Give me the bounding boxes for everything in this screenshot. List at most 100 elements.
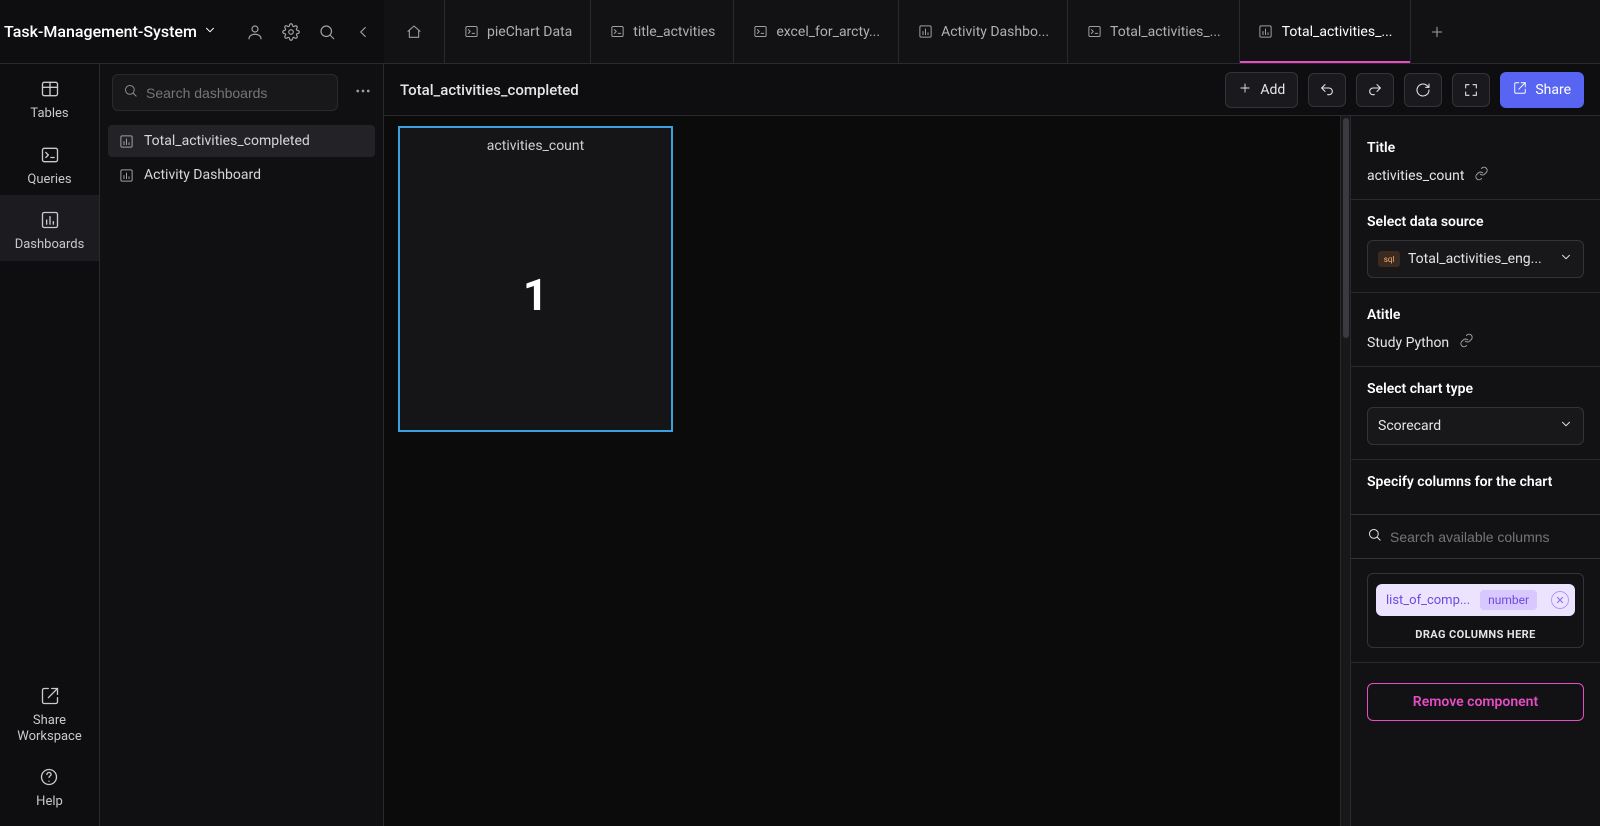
main-area: pieChart Data title_actvities excel_for_ar… — [384, 0, 1600, 826]
tab[interactable]: title_actvities — [591, 0, 734, 63]
scorecard-value: 1 — [400, 160, 671, 430]
tab-bar: pieChart Data title_actvities excel_for_ar… — [384, 0, 1600, 64]
rail-tables-label: Tables — [30, 106, 68, 122]
properties-panel: Title activities_count Select data sourc… — [1350, 116, 1600, 826]
chart-icon — [118, 167, 134, 183]
dashboard-title: Total_activities_completed — [400, 81, 579, 99]
chart-type-value: Scorecard — [1378, 418, 1551, 434]
chart-icon — [118, 133, 134, 149]
terminal-icon — [1086, 24, 1102, 40]
canvas-scrollbar[interactable] — [1340, 116, 1350, 826]
share-button[interactable]: Share — [1500, 72, 1584, 108]
search-icon[interactable] — [318, 23, 336, 41]
rail-help-label: Help — [36, 794, 63, 810]
dashboard-canvas[interactable]: activities_count 1 — [384, 116, 1340, 826]
workspace-bar: Task-Management-System — [0, 0, 384, 64]
panel-title-label: Title — [1367, 140, 1584, 156]
rail-queries[interactable]: Queries — [0, 130, 99, 196]
dashboard-search-input[interactable] — [146, 85, 327, 101]
share-button-label: Share — [1535, 82, 1571, 98]
rail-dashboards[interactable]: Dashboards — [0, 195, 99, 261]
rail-share-label: Share Workspace — [6, 713, 93, 744]
workspace-name: Task-Management-System — [4, 22, 197, 41]
chart-type-select[interactable]: Scorecard — [1367, 407, 1584, 445]
data-source-select[interactable]: sql Total_activities_eng... — [1367, 240, 1584, 278]
tab-label: title_actvities — [633, 24, 715, 40]
panel-charttype-label: Select chart type — [1367, 381, 1584, 397]
terminal-icon — [463, 24, 479, 40]
column-chip[interactable]: list_of_comp... number ✕ — [1376, 584, 1575, 616]
external-link-icon — [1513, 81, 1527, 99]
rail-tables[interactable]: Tables — [0, 64, 99, 130]
share-icon — [39, 685, 61, 707]
tab[interactable]: Total_activities_... — [1068, 0, 1240, 63]
gear-icon[interactable] — [282, 23, 300, 41]
data-source-value: Total_activities_eng... — [1408, 251, 1551, 267]
undo-button[interactable] — [1308, 73, 1346, 107]
add-button[interactable]: Add — [1225, 72, 1298, 108]
home-icon — [406, 24, 422, 40]
terminal-icon — [39, 144, 61, 166]
nav-rail: Tables Queries Dashboards Share Workspac… — [0, 0, 100, 826]
plus-icon — [1429, 24, 1445, 40]
sidebar-item-label: Activity Dashboard — [144, 167, 261, 183]
rail-dashboards-label: Dashboards — [15, 237, 85, 253]
add-button-label: Add — [1260, 82, 1285, 98]
search-icon — [123, 83, 138, 102]
panel-title-value[interactable]: activities_count — [1367, 168, 1464, 184]
dashboard-toolbar: Total_activities_completed Add Share — [384, 64, 1600, 116]
link-icon[interactable] — [1474, 166, 1489, 185]
tab-label: pieChart Data — [487, 24, 572, 40]
chevron-down-icon — [1559, 417, 1573, 435]
redo-button[interactable] — [1356, 73, 1394, 107]
sidebar-item-label: Total_activities_completed — [144, 133, 310, 149]
tab[interactable]: Activity Dashbo... — [899, 0, 1068, 63]
help-icon — [38, 766, 60, 788]
chart-icon — [917, 24, 933, 40]
chart-icon — [1258, 24, 1274, 40]
scorecard-component[interactable]: activities_count 1 — [398, 126, 673, 432]
rail-help[interactable]: Help — [30, 752, 69, 818]
source-badge-icon: sql — [1378, 251, 1400, 267]
table-icon — [39, 78, 61, 100]
rail-queries-label: Queries — [27, 172, 71, 188]
user-icon[interactable] — [246, 23, 264, 41]
sidebar-item[interactable]: Activity Dashboard — [108, 159, 375, 191]
scorecard-title: activities_count — [400, 128, 671, 160]
drag-columns-hint: DRAG COLUMNS HERE — [1376, 624, 1575, 641]
terminal-icon — [609, 24, 625, 40]
collapse-sidebar-icon[interactable] — [354, 23, 372, 41]
refresh-button[interactable] — [1404, 73, 1442, 107]
chevron-down-icon — [1559, 250, 1573, 268]
tab-add[interactable] — [1411, 0, 1463, 63]
dashboard-sidebar: Total_activities_completed Activity Dashb… — [100, 0, 384, 826]
panel-atitle-value[interactable]: Study Python — [1367, 335, 1449, 351]
chart-icon — [39, 209, 61, 231]
column-chip-name: list_of_comp... — [1386, 593, 1470, 608]
panel-atitle-label: Atitle — [1367, 307, 1584, 323]
tab-home[interactable] — [384, 0, 445, 63]
tab[interactable]: pieChart Data — [445, 0, 591, 63]
workspace-switcher[interactable]: Task-Management-System — [4, 22, 217, 41]
columns-dropzone[interactable]: list_of_comp... number ✕ DRAG COLUMNS HE… — [1367, 573, 1584, 648]
rail-share-workspace[interactable]: Share Workspace — [0, 671, 99, 752]
tab-label: excel_for_arcty... — [776, 24, 880, 40]
remove-component-button[interactable]: Remove component — [1367, 683, 1584, 721]
dashboard-search[interactable] — [112, 74, 338, 111]
panel-source-label: Select data source — [1367, 214, 1584, 230]
chevron-down-icon — [203, 22, 217, 41]
tab[interactable]: Total_activities_... — [1240, 0, 1412, 63]
column-chip-type: number — [1480, 590, 1537, 610]
tab-label: Total_activities_... — [1110, 24, 1221, 40]
search-icon — [1367, 527, 1382, 546]
chip-remove-icon[interactable]: ✕ — [1551, 591, 1569, 609]
columns-search[interactable] — [1351, 514, 1600, 559]
fullscreen-button[interactable] — [1452, 73, 1490, 107]
plus-icon — [1238, 81, 1252, 99]
link-icon[interactable] — [1459, 333, 1474, 352]
sidebar-more-button[interactable] — [348, 76, 378, 110]
sidebar-item[interactable]: Total_activities_completed — [108, 125, 375, 157]
tab[interactable]: excel_for_arcty... — [734, 0, 899, 63]
tab-label: Activity Dashbo... — [941, 24, 1049, 40]
columns-search-input[interactable] — [1390, 529, 1584, 545]
